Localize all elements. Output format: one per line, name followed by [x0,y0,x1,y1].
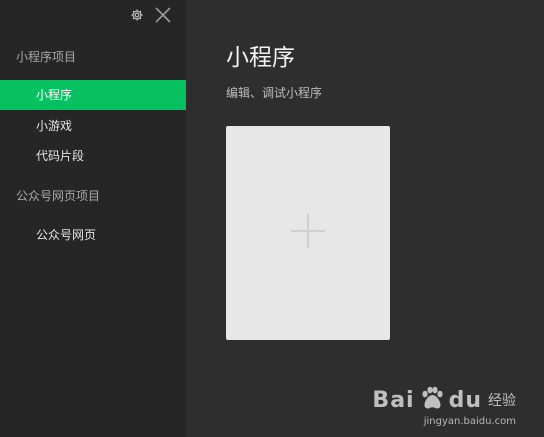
sidebar-item-official-account-webpage[interactable]: 公众号网页 [0,220,186,250]
watermark-brand: Bai [372,387,415,413]
page-title: 小程序 [226,45,295,71]
watermark-suffix: 经验 [488,393,516,409]
main-panel: 小程序 编辑、调试小程序 [186,0,544,437]
sidebar-item-code-snippet[interactable]: 代码片段 [0,141,186,171]
create-project-card[interactable] [226,126,390,340]
baidu-jingyan-watermark: Bai du 经验 jingyan.baidu.com [372,386,516,427]
sidebar: 小程序项目 小程序 小游戏 代码片段 公众号网页项目 公众号网页 [0,0,186,437]
group-title-official-account-projects: 公众号网页项目 [16,189,101,203]
plus-icon [290,213,326,253]
sidebar-item-minigame[interactable]: 小游戏 [0,111,186,141]
watermark-brand-end: du [448,387,482,413]
watermark-logo: Bai du 经验 [372,386,516,414]
sidebar-toolbar [130,6,172,24]
watermark-url: jingyan.baidu.com [423,416,516,427]
close-icon[interactable] [154,6,172,24]
paw-icon [419,386,445,414]
sidebar-item-miniprogram[interactable]: 小程序 [0,80,186,110]
group-title-miniprogram-projects: 小程序项目 [16,50,77,64]
gear-icon[interactable] [130,8,144,22]
page-subtitle: 编辑、调试小程序 [226,86,323,100]
app-window: 小程序项目 小程序 小游戏 代码片段 公众号网页项目 公众号网页 小程序 编辑、… [0,0,544,437]
